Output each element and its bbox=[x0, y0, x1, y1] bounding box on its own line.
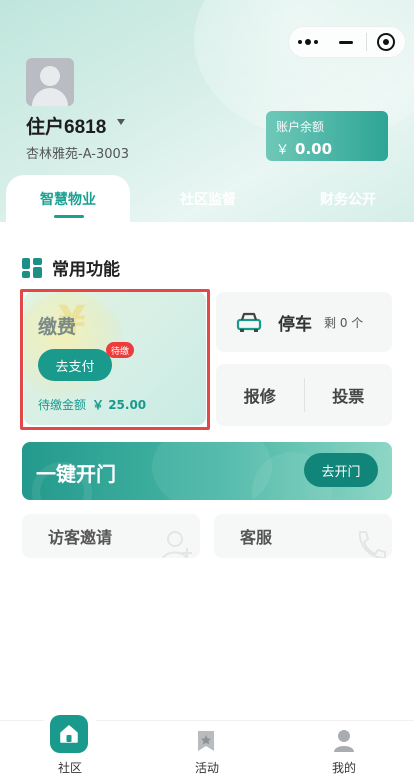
section-header: 常用功能 bbox=[22, 255, 120, 280]
parking-remaining: 剩 0 个 bbox=[324, 315, 364, 330]
payment-title: 缴费 bbox=[38, 316, 77, 338]
miniprogram-capsule bbox=[288, 26, 406, 58]
tabbar-activity[interactable]: 活动 bbox=[167, 721, 247, 780]
tab-label: 财务公开 bbox=[320, 191, 376, 208]
section-title: 常用功能 bbox=[52, 260, 120, 280]
balance-card[interactable]: 账户余额 ￥ 0.00 bbox=[266, 111, 388, 161]
avatar-body bbox=[32, 88, 68, 106]
car-icon bbox=[236, 311, 262, 333]
flag-icon bbox=[198, 731, 214, 751]
avatar-head bbox=[40, 66, 60, 86]
vote-button[interactable]: 投票 bbox=[305, 383, 393, 407]
tabbar-label: 社区 bbox=[57, 761, 82, 775]
parking-card[interactable]: 停车 剩 0 个 bbox=[216, 292, 392, 352]
minimize-button[interactable] bbox=[327, 27, 365, 57]
visitor-invite-card[interactable]: 访客邀请 bbox=[22, 514, 200, 558]
bottom-tab-bar: 社区 活动 我的 bbox=[0, 709, 414, 780]
avatar[interactable] bbox=[26, 58, 74, 106]
open-door-card[interactable]: 一键开门 去开门 bbox=[22, 442, 392, 500]
target-circle-icon bbox=[376, 33, 395, 51]
visitor-invite-label: 访客邀请 bbox=[48, 528, 113, 547]
tab-label: 社区监督 bbox=[180, 191, 236, 208]
grid-icon bbox=[22, 257, 42, 278]
person-icon bbox=[334, 730, 354, 752]
visitor-person-icon bbox=[162, 531, 192, 558]
home-icon bbox=[50, 715, 88, 753]
balance-value: ￥ 0.00 bbox=[276, 139, 378, 158]
pending-amount-value: ￥ 25.00 bbox=[92, 398, 147, 412]
tabbar-mine[interactable]: 我的 bbox=[304, 721, 384, 780]
caret-down-icon[interactable] bbox=[117, 119, 125, 125]
tabbar-community[interactable]: 社区 bbox=[30, 715, 110, 780]
customer-service-card[interactable]: 客服 bbox=[214, 514, 392, 558]
open-door-title: 一键开门 bbox=[36, 462, 116, 486]
pending-badge: 待缴 bbox=[106, 342, 135, 358]
repair-vote-card: 报修 投票 bbox=[216, 364, 392, 426]
close-miniprogram-button[interactable] bbox=[367, 27, 405, 57]
pay-now-button[interactable]: 去支付 bbox=[38, 349, 112, 381]
minus-icon bbox=[339, 40, 354, 44]
tabbar-label: 我的 bbox=[331, 761, 356, 775]
tab-smart-property[interactable]: 智慧物业 bbox=[6, 175, 130, 222]
open-door-button[interactable]: 去开门 bbox=[304, 453, 378, 487]
tab-financial-disclosure[interactable]: 财务公开 bbox=[286, 175, 410, 222]
user-name[interactable]: 住户6818 bbox=[26, 112, 106, 139]
balance-currency: ￥ bbox=[276, 143, 290, 158]
more-button[interactable] bbox=[289, 27, 327, 57]
tab-strip: 智慧物业 社区监督 财务公开 bbox=[0, 175, 414, 222]
pending-amount: 待缴金额 ￥ 25.00 bbox=[38, 396, 146, 413]
tabbar-label: 活动 bbox=[194, 761, 219, 775]
pending-amount-label: 待缴金额 bbox=[38, 398, 87, 412]
more-dots-icon bbox=[298, 39, 319, 45]
tab-community-supervision[interactable]: 社区监督 bbox=[148, 175, 268, 222]
tab-active-indicator bbox=[54, 215, 84, 218]
customer-service-label: 客服 bbox=[240, 528, 273, 547]
address-text: 杏林雅苑-A-3003 bbox=[26, 147, 130, 162]
parking-label: 停车 bbox=[278, 314, 312, 335]
tab-label: 智慧物业 bbox=[40, 191, 96, 208]
repair-button[interactable]: 报修 bbox=[216, 383, 304, 407]
phone-icon bbox=[358, 531, 386, 558]
payment-card[interactable]: ¥ 缴费 去支付 待缴 待缴金额 ￥ 25.00 bbox=[24, 292, 206, 425]
balance-amount: 0.00 bbox=[295, 140, 333, 158]
balance-label: 账户余额 bbox=[276, 120, 325, 134]
